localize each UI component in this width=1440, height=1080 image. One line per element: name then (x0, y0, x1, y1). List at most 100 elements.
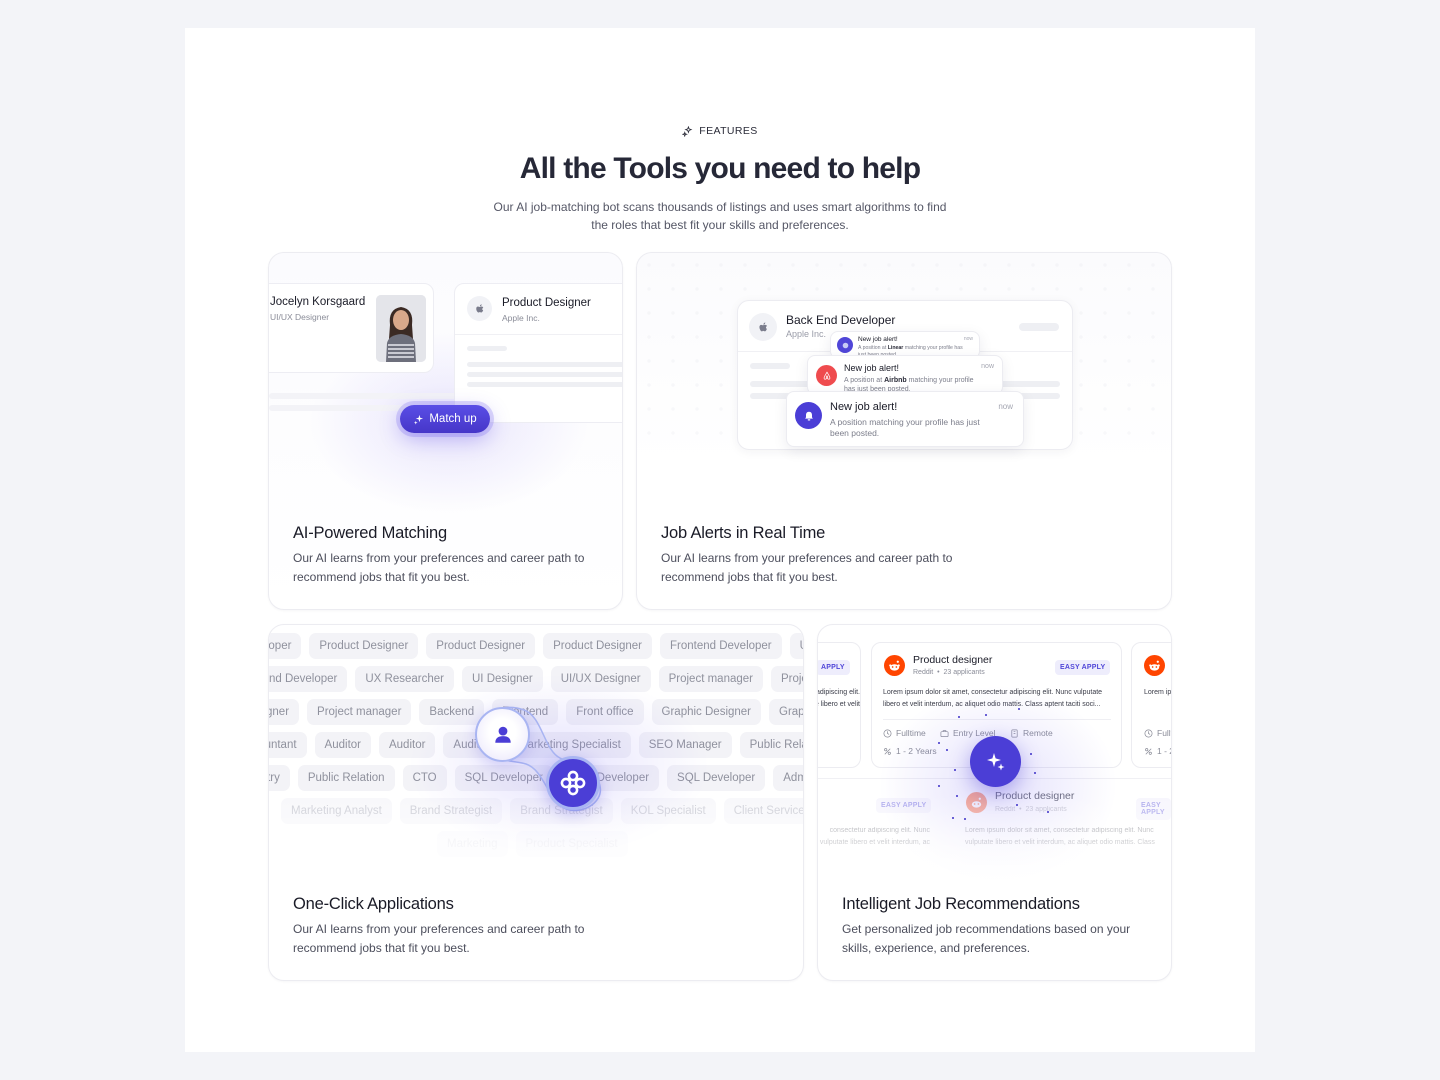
job-tag[interactable]: KOL Specialist (620, 798, 716, 824)
job-company: Apple Inc. (786, 329, 827, 339)
reddit-logo-icon (884, 655, 905, 676)
job-location: Remote (1010, 728, 1053, 738)
job-experience: 1 - 2 Years (883, 746, 937, 756)
easy-apply-badge[interactable]: EASY APPLY (1136, 798, 1171, 820)
notification-title: New job alert! (858, 336, 898, 343)
job-tag[interactable]: UX Researcher (355, 666, 454, 692)
experience-icon (884, 747, 891, 755)
job-description: Lorem ipsum dolor sit amet, consectetur … (883, 689, 1103, 708)
feature-description: Our AI learns from your preferences and … (293, 922, 585, 955)
company-logo-icon (560, 770, 586, 796)
apple-logo-icon (467, 296, 492, 321)
job-description: Lorem ipsum libero et velit (1144, 689, 1172, 696)
job-tag[interactable]: Entry (269, 765, 290, 791)
job-meta: Reddit • 23 applicants (913, 669, 985, 676)
bell-icon (795, 402, 822, 429)
job-description: consectetur adipiscing elit. Nunc vulput… (817, 689, 860, 708)
job-tag[interactable]: SEO Manager (638, 732, 732, 758)
job-tag[interactable]: Project manager (307, 699, 412, 725)
sparkle-icon (682, 125, 693, 137)
notification-body: A position matching your profile has jus… (830, 417, 980, 438)
job-meta: Reddit • 23 applicants (995, 806, 1067, 813)
job-tag[interactable]: Project manager (658, 666, 763, 692)
sparkles-icon (986, 752, 1004, 770)
feature-card-recommendations: APPLY consectetur adipiscing elit. Nunc … (817, 624, 1172, 981)
feature-card-ai-matching: Jocelyn Korsgaard UI/UX Designer Product… (268, 252, 623, 610)
job-tag[interactable]: Marketing Analyst (281, 798, 392, 824)
feature-description: Our AI learns from your preferences and … (661, 551, 953, 584)
candidate-bubble (475, 707, 530, 762)
job-tag[interactable]: Designer (269, 699, 300, 725)
job-tag[interactable]: SQL Developer (667, 765, 766, 791)
job-tag[interactable]: Auditor (378, 732, 436, 758)
employment-type: Fulltime (1144, 728, 1171, 738)
job-tag[interactable]: Product Designer (543, 633, 652, 659)
job-tag[interactable]: Public Relation (297, 765, 395, 791)
feature-title: AI-Powered Matching (293, 524, 447, 542)
eyebrow-label: FEATURES (699, 125, 758, 137)
job-tag[interactable]: Developer (269, 633, 302, 659)
notification-new-job[interactable]: New job alert! A position matching your … (786, 391, 1024, 447)
company-bubble (546, 756, 600, 810)
candidate-avatar (376, 295, 426, 362)
section-subtitle: Our AI job-matching bot scans thousands … (493, 200, 947, 232)
job-tag[interactable]: Public Relation (739, 732, 803, 758)
sparkle-icon (414, 414, 424, 425)
job-experience: 1 - 2 Years (1144, 746, 1171, 756)
notification-title: New job alert! (844, 363, 900, 373)
easy-apply-badge[interactable]: EASY APPLY (876, 798, 932, 813)
tag-row: Marketing Product Specialist (437, 831, 628, 857)
job-title: Product Designer (502, 297, 591, 309)
job-tag[interactable]: Graphic Designer (651, 699, 762, 725)
easy-apply-badge[interactable]: EASY APPLY (1055, 660, 1111, 675)
job-tag[interactable]: Product Designer (309, 633, 419, 659)
experience-icon (1145, 747, 1152, 755)
easy-apply-badge[interactable]: APPLY (818, 660, 850, 675)
feature-title: Intelligent Job Recommendations (842, 895, 1080, 913)
job-description: Lorem ipsum dolor sit amet, consectetur … (965, 827, 1155, 846)
candidate-role: UI/UX Designer (270, 312, 330, 322)
match-up-button[interactable]: Match up (400, 405, 490, 433)
feature-description: Our AI learns from your preferences and … (293, 551, 585, 584)
features-eyebrow: FEATURES (185, 125, 1255, 137)
linear-logo-icon (837, 337, 853, 353)
notification-time: now (963, 336, 973, 342)
job-tag[interactable]: Product Specialist (515, 831, 628, 857)
job-tag[interactable]: Graphic Designer (769, 699, 803, 725)
notification-time: now (981, 363, 994, 370)
notification-title: New job alert! (830, 401, 898, 413)
job-tag[interactable]: Backend Developer (269, 666, 348, 692)
job-tag[interactable]: CTO (402, 765, 447, 791)
notification-time: now (998, 402, 1013, 411)
job-company: Apple Inc. (502, 313, 540, 323)
building-icon (1011, 729, 1018, 737)
job-tag[interactable]: Product Designer (426, 633, 536, 659)
job-tag[interactable]: UI Designer (789, 633, 803, 659)
job-tag[interactable]: Frontend Developer (660, 633, 782, 659)
job-recommendation-card-partial[interactable]: APPLY consectetur adipiscing elit. Nunc … (817, 642, 861, 768)
feature-card-job-alerts: Back End Developer Apple Inc. New job al… (636, 252, 1172, 610)
job-description: consectetur adipiscing elit. Nunc vulput… (819, 827, 930, 846)
notification-airbnb[interactable]: New job alert! A position at Airbnb matc… (807, 355, 1003, 395)
job-tag[interactable]: UI/UX Designer (550, 666, 651, 692)
job-title: Back End Developer (786, 313, 896, 327)
airbnb-logo-icon (816, 365, 837, 386)
job-tag[interactable]: Marketing (437, 831, 508, 857)
feature-title: One-Click Applications (293, 895, 454, 913)
clock-icon (883, 729, 892, 737)
job-tag[interactable]: Project manager (770, 666, 803, 692)
feature-card-one-click: Developer Product Designer Product Designe… (268, 624, 804, 981)
job-tag[interactable]: Client Service Specialist (723, 798, 803, 824)
job-tag[interactable]: UI Designer (462, 666, 543, 692)
job-recommendation-card-partial[interactable]: Lorem ipsum libero et velit Fulltime 1 -… (1131, 642, 1172, 768)
reddit-logo-icon (1144, 655, 1165, 676)
job-tag[interactable]: Admin (773, 765, 803, 791)
feature-description: Get personalized job recommendations bas… (842, 922, 1131, 955)
user-icon (494, 726, 511, 743)
match-up-label: Match up (429, 413, 477, 425)
candidate-profile-card: Jocelyn Korsgaard UI/UX Designer (269, 283, 434, 373)
job-tag[interactable]: Auditor (314, 732, 371, 758)
ai-recommend-button[interactable] (970, 736, 1021, 787)
job-tag[interactable]: Accountant (269, 732, 307, 758)
section-title: All the Tools you need to help (519, 152, 921, 185)
